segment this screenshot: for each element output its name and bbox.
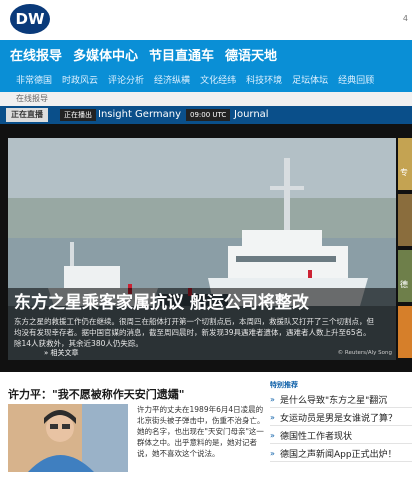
thumbnail[interactable]: 专	[398, 138, 412, 190]
special-label: 特别推荐	[270, 381, 298, 389]
special-item[interactable]: » 德国性工作者现状	[270, 429, 412, 444]
feature-summary: 东方之星的救援工作仍在继续。很周三在船体打开第一个切割点后，本周四，救援队又打开…	[14, 317, 374, 348]
portrait-photo	[8, 404, 128, 472]
photo-credit: © Reuters/Aly Song	[337, 350, 392, 356]
side-thumbnails: 专 德	[398, 138, 412, 360]
live-ticker: 正在直播 正在播出 Insight Germany 09:00 UTC Jour…	[0, 106, 412, 124]
bullet-icon: »	[270, 449, 275, 458]
subnav-item[interactable]: 经济纵横	[154, 72, 190, 92]
nav-item-online-reports[interactable]: 在线报导	[10, 47, 62, 67]
subnav-item[interactable]: 文化经纬	[200, 72, 236, 92]
bullet-icon: »	[270, 413, 275, 422]
subnav-item[interactable]: 经典回顾	[338, 72, 374, 92]
special-item-text[interactable]: 是什么导致"东方之星"翻沉	[280, 393, 387, 406]
subnav-item[interactable]: 科技环境	[246, 72, 282, 92]
subnav-item[interactable]: 非常德国	[16, 72, 52, 92]
breadcrumb-item[interactable]: 在线报导	[16, 93, 48, 104]
dw-logo[interactable]: DW	[10, 4, 50, 34]
thumbnail[interactable]	[398, 306, 412, 358]
subnav-item[interactable]: 足坛体坛	[292, 72, 328, 92]
story-text: 许力平的丈夫在1989年6月4日凌晨的北京街头被子弹击中，伤重不治身亡。她的名字…	[137, 405, 265, 458]
hero-image[interactable]: 东方之星乘客家属抗议 船运公司将整改 东方之星的救援工作仍在继续。很周三在船体打…	[8, 138, 396, 360]
related-articles-link[interactable]: » 相关文章	[44, 348, 79, 358]
lower-section: 许力平："我不愿被称作天安门遗孀" 许力平的丈夫在1989年6月4日凌晨的北京街…	[0, 372, 412, 480]
breadcrumb: 在线报导	[0, 92, 412, 106]
nav-item-german[interactable]: 德语天地	[225, 47, 277, 67]
special-item-text[interactable]: 德国之声新闻App正式出炉！	[280, 447, 397, 460]
special-item-text[interactable]: 德国性工作者现状	[280, 429, 352, 442]
nav-sub: 非常德国 时政风云 评论分析 经济纵横 文化经纬 科技环境 足坛体坛 经典回顾	[0, 72, 412, 92]
live-label[interactable]: 正在直播	[6, 108, 48, 122]
next-time-tag: 09:00 UTC	[186, 109, 231, 121]
story-image[interactable]	[8, 404, 128, 472]
special-item[interactable]: » 是什么导致"东方之星"翻沉	[270, 393, 412, 408]
bullet-icon: »	[270, 395, 275, 404]
story-title[interactable]: 许力平："我不愿被称作天安门遗孀"	[8, 386, 184, 402]
special-item-text[interactable]: 女运动员是男是女谁说了算？	[280, 411, 397, 424]
subnav-item[interactable]: 评论分析	[108, 72, 144, 92]
now-playing-tag: 正在播出	[60, 109, 96, 121]
bullet-icon: »	[270, 431, 275, 440]
header: DW 4	[0, 0, 412, 40]
special-item[interactable]: » 女运动员是男是女谁说了算？	[270, 411, 412, 426]
special-item[interactable]: » 德国之声新闻App正式出炉！	[270, 447, 412, 462]
special-recommendations: 特别推荐 » 是什么导致"东方之星"翻沉 » 女运动员是男是女谁说了算？ » 德…	[270, 380, 412, 462]
nav-top: 在线报导 多媒体中心 节目直通车 德语天地	[10, 47, 277, 67]
main-nav: 在线报导 多媒体中心 节目直通车 德语天地 非常德国 时政风云 评论分析 经济纵…	[0, 40, 412, 92]
feature-headline[interactable]: 东方之星乘客家属抗议 船运公司将整改	[14, 288, 309, 313]
thumbnail-label: 德	[400, 280, 408, 289]
thumbnail[interactable]	[398, 194, 412, 246]
now-program[interactable]: Insight Germany	[98, 107, 181, 123]
nav-item-programs[interactable]: 节目直通车	[149, 47, 214, 67]
next-program[interactable]: Journal	[234, 107, 269, 123]
featured-story: 东方之星乘客家属抗议 船运公司将整改 东方之星的救援工作仍在继续。很周三在船体打…	[0, 124, 412, 372]
subnav-item[interactable]: 时政风云	[62, 72, 98, 92]
thumbnail-label: 专	[400, 168, 408, 177]
thumbnail[interactable]: 德	[398, 250, 412, 302]
nav-item-multimedia[interactable]: 多媒体中心	[73, 47, 138, 67]
header-right-text: 4	[402, 14, 408, 23]
